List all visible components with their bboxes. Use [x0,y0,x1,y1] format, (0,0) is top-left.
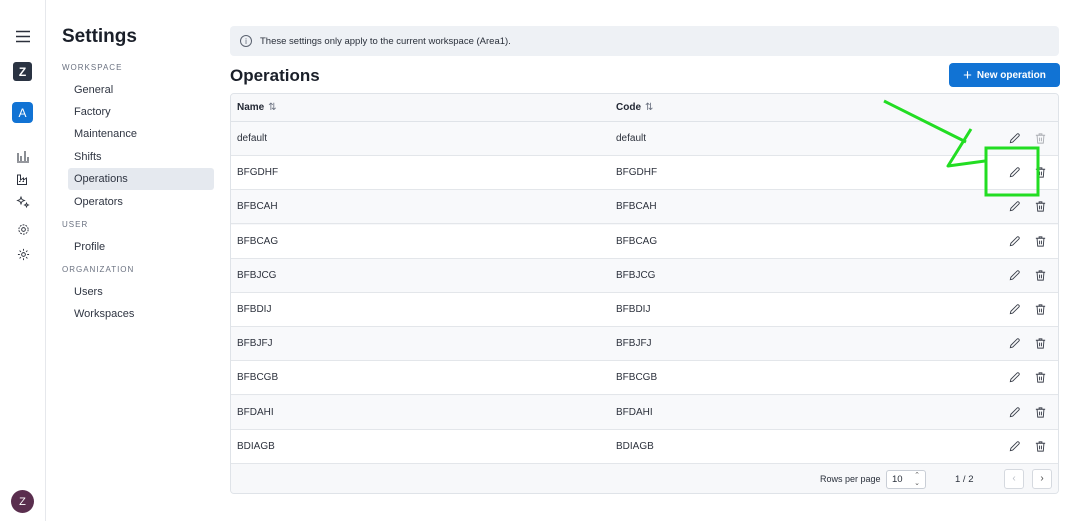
cell-name: BDIAGB [237,440,275,452]
cell-code: BDIAGB [616,440,654,452]
edit-pencil-icon[interactable] [1008,235,1022,249]
delete-trash-icon[interactable] [1034,200,1048,214]
banner-text: These settings only apply to the current… [260,35,511,47]
cell-name: BFBJFJ [237,338,273,350]
table-row: BFBCAG BFBCAG [231,224,1058,259]
section-label-organization: ORGANIZATION [62,265,135,274]
sparkles-icon[interactable] [12,191,34,213]
table-row: BFBDIJ BFBDIJ [231,293,1058,327]
delete-trash-icon [1034,132,1048,146]
rows-per-page-select[interactable]: 10 ⌃ ⌄ [886,470,926,489]
cell-name: BFBDIJ [237,304,272,315]
nav-item-workspaces[interactable]: Workspaces [68,303,214,325]
sort-icon: ⇅ [645,102,654,113]
cell-name: BFBJCG [237,269,277,281]
nav-item-general[interactable]: General [68,79,214,101]
plus-icon: + [963,66,972,84]
settings-nav: Settings WORKSPACE General Factory Maint… [46,0,218,521]
cell-code: BFBDIJ [616,304,651,315]
cell-code: BFBCGB [616,372,658,384]
app-logo[interactable]: Z [13,62,32,81]
bar-chart-icon[interactable] [12,145,34,167]
delete-trash-icon[interactable] [1034,303,1048,317]
table-row: BFGDHF BFGDHF [231,156,1058,191]
chevron-left-icon[interactable]: ‹ [1004,469,1024,489]
new-operation-button[interactable]: + New operation [949,63,1060,87]
factory-icon[interactable] [12,168,34,190]
edit-pencil-icon[interactable] [1008,371,1022,385]
settings-title: Settings [62,26,137,47]
table-footer: Rows per page 10 ⌃ ⌄ 1 / 2 ‹ › [231,464,1058,493]
table-row: BFBJCG BFBJCG [231,258,1058,293]
rows-per-page-value: 10 [892,474,903,485]
cell-name: BFBCGB [237,372,279,384]
delete-trash-icon[interactable] [1034,337,1048,351]
nav-item-operations[interactable]: Operations [68,168,214,190]
workspace-info-banner: i These settings only apply to the curre… [230,26,1059,56]
table-row: default default [231,122,1058,156]
new-operation-label: New operation [976,69,1046,81]
delete-trash-icon[interactable] [1034,269,1048,283]
delete-trash-icon[interactable] [1034,406,1048,420]
column-header-name[interactable]: Name ⇅ [237,94,277,122]
table-row: BDIAGB BDIAGB [231,429,1058,464]
edit-pencil-icon[interactable] [1008,337,1022,351]
table-header: Name ⇅ Code ⇅ [231,94,1058,122]
cell-code: default [616,133,647,144]
rows-per-page-label: Rows per page [820,474,881,484]
nav-item-shifts[interactable]: Shifts [68,146,214,168]
delete-trash-icon[interactable] [1034,440,1048,454]
table-row: BFDAHI BFDAHI [231,395,1058,430]
delete-trash-icon[interactable] [1034,235,1048,249]
select-arrows-icon: ⌃ ⌄ [914,472,920,487]
section-label-user: USER [62,220,89,229]
edit-pencil-icon[interactable] [1008,303,1022,317]
menu-icon[interactable] [12,25,34,47]
table-row: BFBCAH BFBCAH [231,190,1058,225]
edit-pencil-icon[interactable] [1008,132,1022,146]
operations-table: Name ⇅ Code ⇅ default default BFGDHF BFGDHF BF… [230,93,1059,494]
cell-name: BFGDHF [237,167,279,179]
column-code-label: Code [616,102,641,113]
cell-code: BFBCAG [616,235,658,247]
sort-icon: ⇅ [268,102,277,113]
cell-code: BFDAHI [616,406,653,418]
section-label-workspace: WORKSPACE [62,63,123,72]
nav-item-users[interactable]: Users [68,281,214,303]
edit-pencil-icon[interactable] [1008,406,1022,420]
page-indicator: 1 / 2 [955,474,974,485]
chevron-right-icon[interactable]: › [1032,469,1052,489]
edit-pencil-icon[interactable] [1008,440,1022,454]
table-row: BFBJFJ BFBJFJ [231,327,1058,362]
nav-item-maintenance[interactable]: Maintenance [68,123,214,145]
delete-trash-icon[interactable] [1034,371,1048,385]
page-title: Operations [230,66,320,85]
cell-name: BFDAHI [237,406,274,418]
edit-pencil-icon[interactable] [1008,269,1022,283]
nav-item-factory[interactable]: Factory [68,101,214,123]
edit-pencil-icon[interactable] [1008,200,1022,214]
cell-name: BFBCAH [237,201,278,213]
icon-rail: Z A Z [0,0,46,521]
cell-name: default [237,133,268,144]
cell-name: BFBCAG [237,235,279,247]
user-avatar[interactable]: Z [11,490,34,513]
column-name-label: Name [237,102,265,113]
nav-item-profile[interactable]: Profile [68,236,214,258]
settings-gear-icon[interactable] [12,218,34,240]
edit-pencil-icon[interactable] [1008,166,1022,180]
delete-trash-icon[interactable] [1034,166,1048,180]
workspace-badge[interactable]: A [12,102,33,123]
nav-item-operators[interactable]: Operators [68,191,214,213]
info-icon: i [240,35,252,47]
cell-code: BFBJFJ [616,338,652,350]
settings-cog-icon[interactable] [12,243,34,265]
cell-code: BFGDHF [616,167,658,179]
cell-code: BFBJCG [616,269,656,281]
cell-code: BFBCAH [616,201,657,213]
table-row: BFBCGB BFBCGB [231,361,1058,396]
column-header-code[interactable]: Code ⇅ [616,94,653,122]
